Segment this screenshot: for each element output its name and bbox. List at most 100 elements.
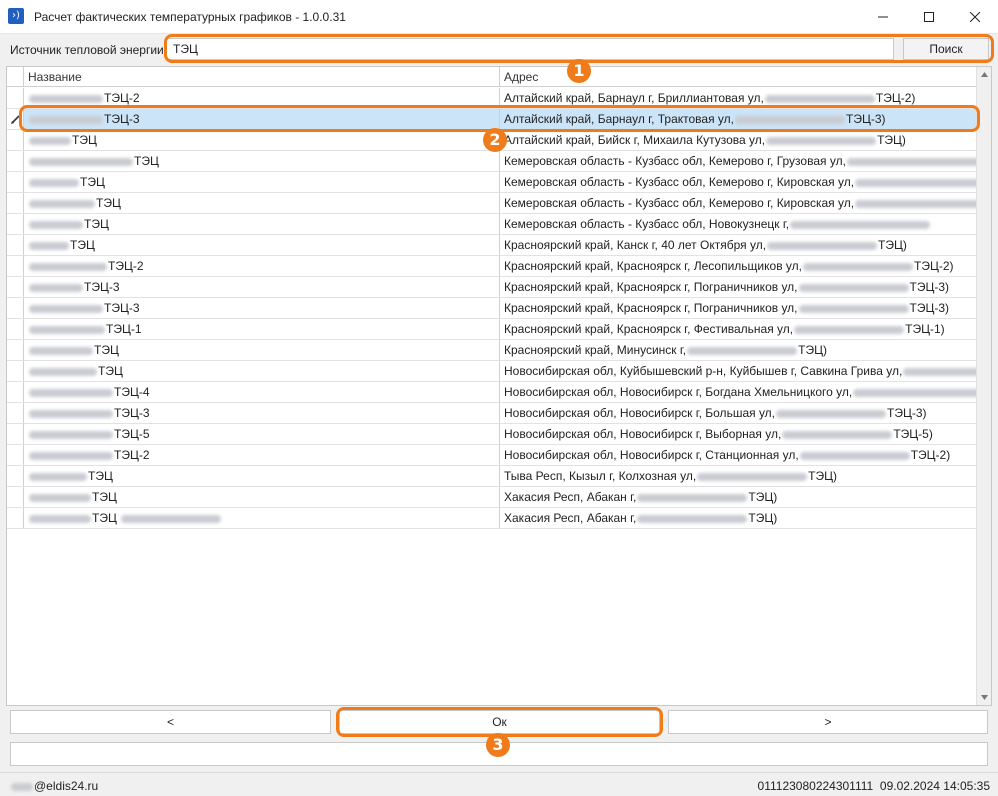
cell-name[interactable]: ТЭЦ xyxy=(23,193,499,213)
cell-address[interactable]: Новосибирская обл, Куйбышевский р-н, Куй… xyxy=(499,361,977,381)
status-code: 011123080224301111 xyxy=(757,779,874,793)
table-row[interactable]: ТЭЦ-3 Красноярский край, Красноярск г, По… xyxy=(7,277,977,298)
cell-address[interactable]: Новосибирская обл, Новосибирск г, Богдан… xyxy=(499,382,977,402)
cell-name[interactable]: ТЭЦ xyxy=(23,508,499,528)
cell-name[interactable]: ТЭЦ-3 xyxy=(23,109,499,129)
cell-name[interactable]: ТЭЦ xyxy=(23,235,499,255)
results-grid[interactable]: Название Адрес ТЭЦ-2 Алтайский край, Барн… xyxy=(6,66,992,706)
table-row[interactable]: ТЭЦ Тыва Респ, Кызыл г, Колхозная ул, ТЭЦ) xyxy=(7,466,977,487)
cell-name[interactable]: ТЭЦ-2 xyxy=(23,256,499,276)
search-button[interactable]: Поиск xyxy=(903,38,989,60)
column-header-name[interactable]: Название xyxy=(23,67,499,87)
cell-address[interactable]: Алтайский край, Бийск г, Михаила Кутузов… xyxy=(499,130,977,150)
table-row[interactable]: ТЭЦ-2 Алтайский край, Барнаул г, Бриллиан… xyxy=(7,88,977,109)
maximize-icon xyxy=(924,12,934,22)
table-row[interactable]: ТЭЦ-1 Красноярский край, Красноярск г, Фе… xyxy=(7,319,977,340)
cell-name[interactable]: ТЭЦ-5 xyxy=(23,424,499,444)
table-row[interactable]: ТЭЦ-4 Новосибирская обл, Новосибирск г, Б… xyxy=(7,382,977,403)
cell-address[interactable]: Хакасия Респ, Абакан г, ТЭЦ) xyxy=(499,508,977,528)
table-row[interactable]: ТЭЦ Новосибирская обл, Куйбышевский р-н, … xyxy=(7,361,977,382)
table-row[interactable]: ТЭЦ-5 Новосибирская обл, Новосибирск г, В… xyxy=(7,424,977,445)
cell-name[interactable]: ТЭЦ-1 xyxy=(23,319,499,339)
cell-address[interactable]: Новосибирская обл, Новосибирск г, Станци… xyxy=(499,445,977,465)
cell-name[interactable]: ТЭЦ xyxy=(23,214,499,234)
row-selector[interactable] xyxy=(7,445,23,465)
minimize-button[interactable] xyxy=(860,0,906,34)
table-row[interactable]: ТЭЦ Красноярский край, Канск г, 40 лет Ок… xyxy=(7,235,977,256)
cell-address[interactable]: Новосибирская обл, Новосибирск г, Выборн… xyxy=(499,424,977,444)
cell-address[interactable]: Красноярский край, Канск г, 40 лет Октяб… xyxy=(499,235,977,255)
search-row: Источник тепловой энергии Поиск xyxy=(0,38,998,62)
cell-address[interactable]: Новосибирская обл, Новосибирск г, Больша… xyxy=(499,403,977,423)
scroll-up-arrow-icon[interactable] xyxy=(977,67,991,82)
cell-address[interactable]: Тыва Респ, Кызыл г, Колхозная ул, ТЭЦ) xyxy=(499,466,977,486)
row-selector[interactable] xyxy=(7,382,23,402)
table-row[interactable]: ТЭЦ Кемеровская область - Кузбасс обл, Ке… xyxy=(7,151,977,172)
cell-name[interactable]: ТЭЦ xyxy=(23,151,499,171)
cell-address[interactable]: Алтайский край, Барнаул г, Бриллиантовая… xyxy=(499,88,977,108)
close-button[interactable] xyxy=(952,0,998,34)
table-row[interactable]: ТЭЦ Кемеровская область - Кузбасс обл, Ке… xyxy=(7,193,977,214)
cell-address[interactable]: Алтайский край, Барнаул г, Трактовая ул,… xyxy=(499,109,977,129)
table-row[interactable]: ТЭЦ-3 Красноярский край, Красноярск г, По… xyxy=(7,298,977,319)
prev-page-button[interactable]: < xyxy=(10,710,331,734)
ok-button[interactable]: Ок xyxy=(339,710,660,734)
table-row[interactable]: ТЭЦ Красноярский край, Минусинск г, ТЭЦ) xyxy=(7,340,977,361)
search-input[interactable] xyxy=(166,38,894,60)
cell-name[interactable]: ТЭЦ xyxy=(23,361,499,381)
row-selector[interactable] xyxy=(7,256,23,276)
scroll-down-arrow-icon[interactable] xyxy=(977,690,991,705)
cell-name[interactable]: ТЭЦ-3 xyxy=(23,277,499,297)
row-selector[interactable] xyxy=(7,277,23,297)
row-selector[interactable] xyxy=(7,88,23,108)
maximize-button[interactable] xyxy=(906,0,952,34)
row-selector[interactable] xyxy=(7,487,23,507)
cell-name[interactable]: ТЭЦ-2 xyxy=(23,445,499,465)
cell-name[interactable]: ТЭЦ xyxy=(23,340,499,360)
row-selector[interactable] xyxy=(7,214,23,234)
row-selector[interactable] xyxy=(7,298,23,318)
row-selector[interactable] xyxy=(7,340,23,360)
table-row[interactable]: ТЭЦ Хакасия Респ, Абакан г, ТЭЦ) xyxy=(7,508,977,529)
cell-address[interactable]: Красноярский край, Красноярск г, Лесопил… xyxy=(499,256,977,276)
table-row[interactable]: ТЭЦ-3 Новосибирская обл, Новосибирск г, Б… xyxy=(7,403,977,424)
cell-address[interactable]: Красноярский край, Красноярск г, Пограни… xyxy=(499,277,977,297)
cell-address[interactable]: Красноярский край, Минусинск г, ТЭЦ) xyxy=(499,340,977,360)
cell-name[interactable]: ТЭЦ-2 xyxy=(23,88,499,108)
cell-name[interactable]: ТЭЦ xyxy=(23,172,499,192)
row-selector[interactable] xyxy=(7,130,23,150)
table-row[interactable]: ТЭЦ-2 Новосибирская обл, Новосибирск г, С… xyxy=(7,445,977,466)
table-row[interactable]: ТЭЦ Кемеровская область - Кузбасс обл, Ке… xyxy=(7,172,977,193)
table-row[interactable]: ТЭЦ Кемеровская область - Кузбасс обл, Но… xyxy=(7,214,977,235)
row-selector[interactable] xyxy=(7,172,23,192)
row-selector[interactable] xyxy=(7,466,23,486)
row-selector[interactable] xyxy=(7,403,23,423)
cell-address[interactable]: Красноярский край, Красноярск г, Фестива… xyxy=(499,319,977,339)
row-selector[interactable] xyxy=(7,508,23,528)
vertical-scrollbar[interactable] xyxy=(976,67,991,705)
cell-address[interactable]: Кемеровская область - Кузбасс обл, Кемер… xyxy=(499,193,977,213)
cell-name[interactable]: ТЭЦ xyxy=(23,130,499,150)
cell-address[interactable]: Красноярский край, Красноярск г, Пограни… xyxy=(499,298,977,318)
cell-address[interactable]: Кемеровская область - Кузбасс обл, Кемер… xyxy=(499,172,977,192)
cell-name[interactable]: ТЭЦ xyxy=(23,487,499,507)
row-selector[interactable] xyxy=(7,319,23,339)
cell-address[interactable]: Кемеровская область - Кузбасс обл, Новок… xyxy=(499,214,977,234)
cell-name[interactable]: ТЭЦ-4 xyxy=(23,382,499,402)
row-selector[interactable] xyxy=(7,235,23,255)
row-selector[interactable] xyxy=(7,109,23,129)
cell-address[interactable]: Кемеровская область - Кузбасс обл, Кемер… xyxy=(499,151,977,171)
row-selector[interactable] xyxy=(7,151,23,171)
row-selector[interactable] xyxy=(7,361,23,381)
table-row[interactable]: ТЭЦ Хакасия Респ, Абакан г, ТЭЦ) xyxy=(7,487,977,508)
cell-name[interactable]: ТЭЦ xyxy=(23,466,499,486)
cell-name[interactable]: ТЭЦ-3 xyxy=(23,403,499,423)
grid-header: Название Адрес xyxy=(7,67,977,87)
table-row[interactable]: ТЭЦ-3 Алтайский край, Барнаул г, Трактова… xyxy=(7,109,977,130)
next-page-button[interactable]: > xyxy=(668,710,988,734)
row-selector[interactable] xyxy=(7,424,23,444)
table-row[interactable]: ТЭЦ-2 Красноярский край, Красноярск г, Ле… xyxy=(7,256,977,277)
row-selector[interactable] xyxy=(7,193,23,213)
cell-address[interactable]: Хакасия Респ, Абакан г, ТЭЦ) xyxy=(499,487,977,507)
cell-name[interactable]: ТЭЦ-3 xyxy=(23,298,499,318)
